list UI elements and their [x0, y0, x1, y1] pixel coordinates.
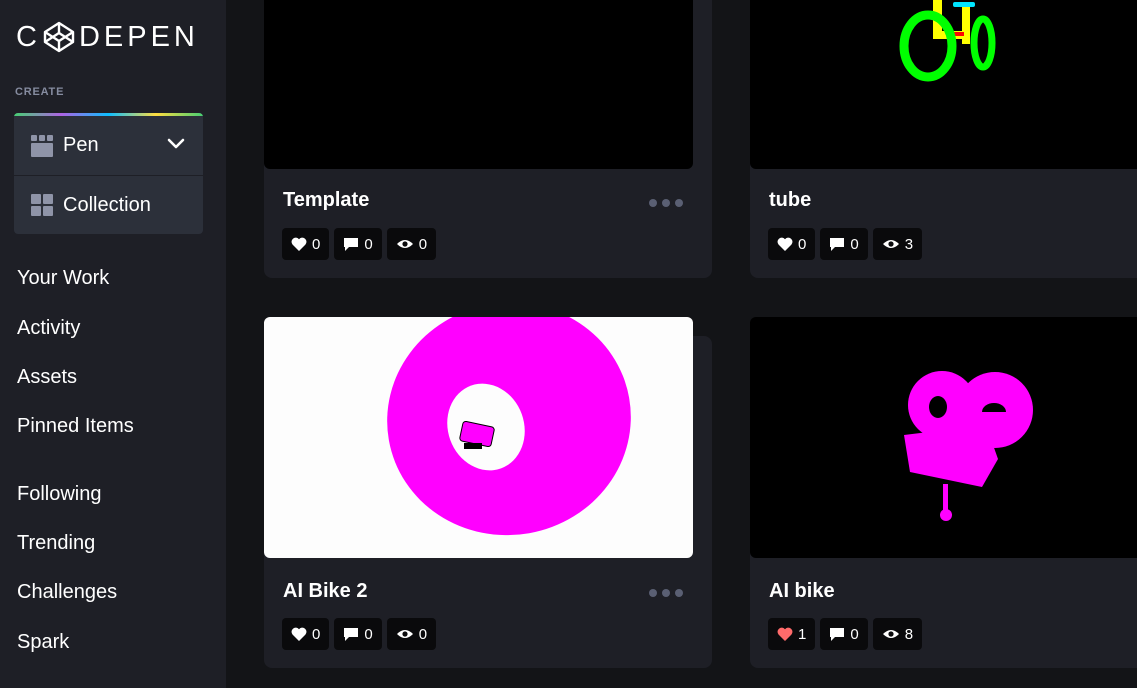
pen-card: tube 0 0 3: [750, 0, 1137, 278]
pen-card: AI Bike 2 0 0 0: [264, 317, 712, 668]
view-count: 8: [904, 625, 914, 643]
heart-icon: [291, 627, 307, 641]
heart-icon: [777, 237, 793, 251]
ai-bike-2-preview-image: [387, 317, 631, 536]
view-count: 3: [904, 235, 914, 253]
heart-icon: [777, 627, 793, 641]
views-button[interactable]: 0: [386, 228, 437, 260]
pen-card: Template 0 0 0: [264, 0, 712, 278]
like-count: 0: [312, 235, 321, 253]
comment-icon: [344, 237, 359, 251]
nav-challenges[interactable]: Challenges: [17, 581, 117, 604]
codepen-cube-icon: [43, 21, 75, 53]
comment-count: 0: [850, 625, 859, 643]
comment-icon: [344, 627, 359, 641]
pen-preview[interactable]: [264, 317, 693, 558]
view-count: 0: [418, 625, 428, 643]
pen-stats: 0 0 3: [768, 228, 923, 260]
eye-icon: [396, 630, 413, 638]
collection-grid-icon: [31, 194, 53, 216]
ai-bike-preview-image: [904, 371, 1033, 521]
pen-preview[interactable]: [750, 317, 1137, 558]
nav-assets[interactable]: Assets: [17, 366, 77, 389]
like-button[interactable]: 0: [768, 228, 816, 260]
more-options-button[interactable]: [649, 198, 683, 208]
more-options-button[interactable]: [649, 588, 683, 598]
like-button[interactable]: 1: [768, 618, 816, 650]
chevron-down-icon[interactable]: [167, 138, 185, 150]
views-button[interactable]: 8: [872, 618, 923, 650]
eye-icon: [882, 630, 899, 638]
views-button[interactable]: 3: [872, 228, 923, 260]
comment-button[interactable]: 0: [820, 618, 868, 650]
like-button[interactable]: 0: [282, 228, 330, 260]
like-count: 0: [798, 235, 807, 253]
codepen-logo[interactable]: C DEPEN: [16, 21, 199, 53]
nav-following[interactable]: Following: [17, 483, 101, 506]
comment-count: 0: [364, 625, 373, 643]
create-pen-button[interactable]: Pen: [14, 116, 203, 176]
sidebar: C DEPEN CREATE Pen Collection Your Work …: [0, 0, 226, 688]
nav-pinned-items[interactable]: Pinned Items: [17, 415, 134, 438]
create-collection-button[interactable]: Collection: [14, 176, 203, 234]
create-collection-label: Collection: [63, 193, 151, 216]
view-count: 0: [418, 235, 428, 253]
like-button[interactable]: 0: [282, 618, 330, 650]
comment-count: 0: [364, 235, 373, 253]
nav-trending[interactable]: Trending: [17, 532, 95, 555]
comment-button[interactable]: 0: [334, 228, 382, 260]
nav-spark[interactable]: Spark: [17, 631, 69, 654]
pen-preview[interactable]: [264, 0, 693, 169]
pen-card: AI bike 1 0 8: [750, 317, 1137, 668]
pen-title[interactable]: tube: [769, 189, 811, 212]
create-menu: Pen Collection: [14, 113, 203, 234]
eye-icon: [882, 240, 899, 248]
logo-text-right: DEPEN: [78, 21, 199, 53]
comment-button[interactable]: 0: [820, 228, 868, 260]
nav-activity[interactable]: Activity: [17, 317, 80, 340]
heart-icon: [291, 237, 307, 251]
comment-count: 0: [850, 235, 859, 253]
views-button[interactable]: 0: [386, 618, 437, 650]
tube-bike-preview-image: [899, 0, 996, 82]
eye-icon: [396, 240, 413, 248]
logo-text-left: C: [16, 21, 41, 53]
pen-stats: 1 0 8: [768, 618, 923, 650]
create-pen-label: Pen: [63, 134, 99, 156]
like-count: 0: [312, 625, 321, 643]
pen-stats: 0 0 0: [282, 618, 437, 650]
comment-icon: [830, 627, 845, 641]
pen-preview[interactable]: [750, 0, 1137, 169]
pen-stats: 0 0 0: [282, 228, 437, 260]
comment-button[interactable]: 0: [334, 618, 382, 650]
comment-icon: [830, 237, 845, 251]
nav-your-work[interactable]: Your Work: [17, 267, 109, 290]
like-count: 1: [798, 625, 807, 643]
pen-grid-icon: [31, 134, 53, 157]
pen-title[interactable]: AI Bike 2: [283, 580, 367, 603]
pen-title[interactable]: Template: [283, 189, 369, 212]
create-label: CREATE: [15, 86, 65, 98]
pen-title[interactable]: AI bike: [769, 580, 835, 603]
